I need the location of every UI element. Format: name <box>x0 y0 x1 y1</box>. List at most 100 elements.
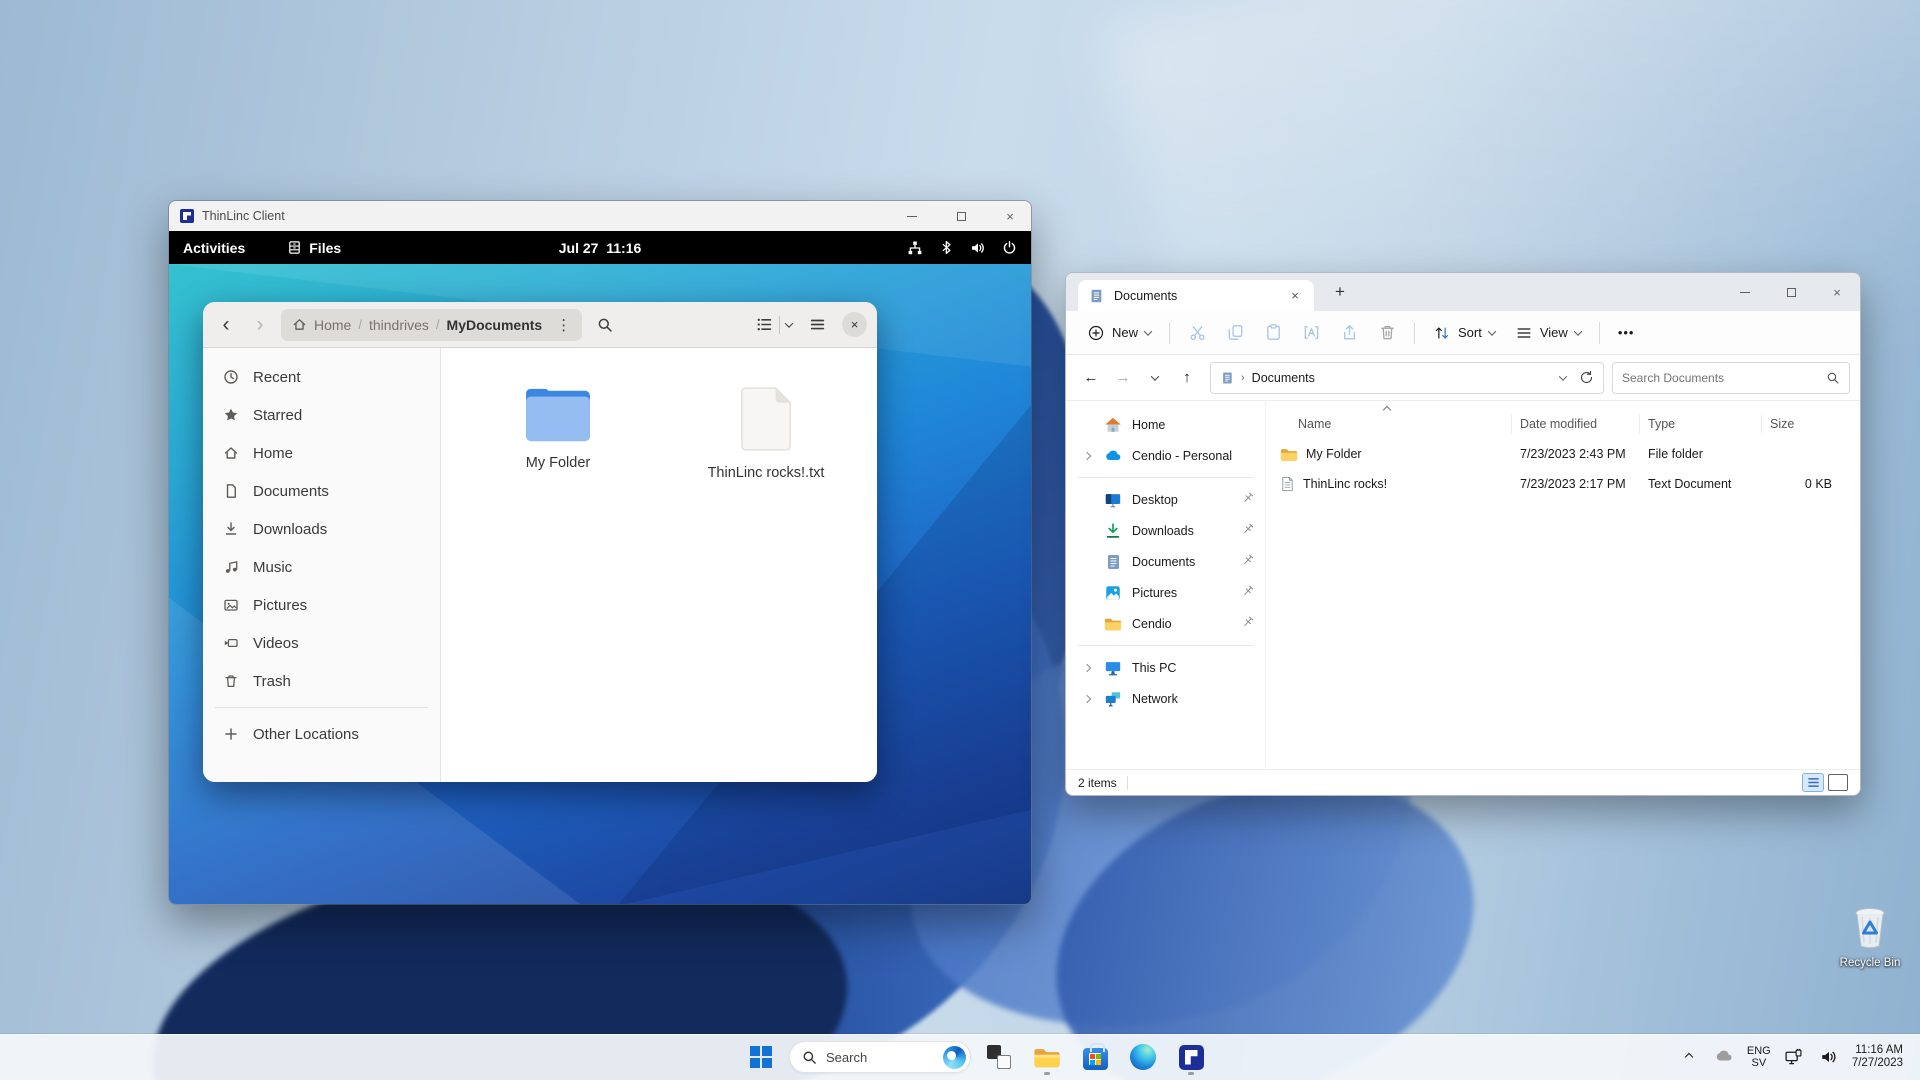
bing-copilot-icon[interactable] <box>943 1046 966 1069</box>
thinlinc-client-window: ThinLinc Client × Activities Files Jul 2… <box>168 200 1032 905</box>
search-button[interactable] <box>590 310 620 340</box>
large-icons-view-toggle[interactable] <box>1828 774 1848 791</box>
sidebar-item-other-locations[interactable]: Other Locations <box>211 715 432 753</box>
file-explorer-taskbar-button[interactable] <box>1027 1037 1067 1077</box>
more-options-button[interactable]: ••• <box>1609 317 1644 349</box>
sidebar-item-pictures[interactable]: Pictures <box>1066 577 1265 608</box>
search-input[interactable] <box>1622 371 1820 385</box>
sidebar-item-home[interactable]: Home <box>211 434 432 472</box>
explorer-sidebar: Home Cendio - Personal <box>1066 401 1266 769</box>
details-view-toggle[interactable] <box>1802 773 1824 792</box>
file-tile-my-folder[interactable]: My Folder <box>493 384 623 471</box>
volume-tray-button[interactable] <box>1814 1039 1844 1075</box>
column-name[interactable]: Name <box>1266 414 1512 434</box>
clock-tray[interactable]: 11:16 AM 7/27/2023 <box>1849 1039 1906 1075</box>
new-tab-button[interactable]: + <box>1328 282 1352 302</box>
breadcrumb-separator: / <box>436 317 440 332</box>
expander-icon[interactable] <box>1083 451 1091 459</box>
sidebar-item-cendio-folder[interactable]: Cendio <box>1066 608 1265 639</box>
gnome-app-menu-files[interactable]: Files <box>287 240 341 256</box>
recent-locations-button[interactable] <box>1140 363 1170 393</box>
sidebar-item-downloads[interactable]: Downloads <box>1066 515 1265 546</box>
sidebar-item-music[interactable]: Music <box>211 548 432 586</box>
recycle-bin-desktop-icon[interactable]: Recycle Bin <box>1834 904 1906 969</box>
gnome-activities-button[interactable]: Activities <box>183 240 245 256</box>
sidebar-item-this-pc[interactable]: This PC <box>1066 652 1265 683</box>
sidebar-item-desktop[interactable]: Desktop <box>1066 484 1265 515</box>
cut-button[interactable] <box>1179 317 1215 349</box>
sidebar-label: Documents <box>1132 555 1195 569</box>
sidebar-item-cendio-personal[interactable]: Cendio - Personal <box>1066 440 1265 471</box>
sidebar-item-videos[interactable]: Videos <box>211 624 432 662</box>
delete-button[interactable] <box>1369 317 1405 349</box>
search-box[interactable] <box>1612 362 1850 394</box>
tab-documents[interactable]: Documents × <box>1078 280 1314 311</box>
gnome-system-status-area[interactable] <box>907 240 1017 256</box>
taskbar-search[interactable]: Search <box>789 1041 971 1073</box>
sidebar-item-recent[interactable]: Recent <box>211 358 432 396</box>
sidebar-item-home[interactable]: Home <box>1066 409 1265 440</box>
gnome-clock[interactable]: Jul 27 11:16 <box>559 240 642 256</box>
paste-button[interactable] <box>1255 317 1291 349</box>
file-row-thinlinc-rocks[interactable]: ThinLinc rocks! 7/23/2023 2:17 PM Text D… <box>1266 469 1860 499</box>
breadcrumb-current[interactable]: MyDocuments <box>447 317 543 333</box>
maximize-button[interactable] <box>1768 273 1814 311</box>
share-button[interactable] <box>1331 317 1367 349</box>
path-bar[interactable]: Home / thindrives / MyDocuments ⋮ <box>281 309 582 341</box>
sidebar-item-pictures[interactable]: Pictures <box>211 586 432 624</box>
maximize-button[interactable] <box>940 201 982 231</box>
path-menu-kebab-icon[interactable]: ⋮ <box>549 316 578 334</box>
pin-icon <box>1241 522 1255 539</box>
forward-button[interactable]: → <box>1108 363 1138 393</box>
back-button[interactable]: ‹ <box>213 314 239 335</box>
download-icon <box>1104 522 1122 540</box>
address-bar[interactable]: › Documents <box>1210 362 1604 394</box>
back-button[interactable]: ← <box>1076 363 1106 393</box>
explorer-tab-bar: Documents × + × <box>1066 273 1860 311</box>
new-button[interactable]: New <box>1078 317 1160 349</box>
up-button[interactable]: ↑ <box>1172 363 1202 393</box>
file-row-my-folder[interactable]: My Folder 7/23/2023 2:43 PM File folder <box>1266 439 1860 469</box>
rename-button[interactable] <box>1293 317 1329 349</box>
sidebar-item-downloads[interactable]: Downloads <box>211 510 432 548</box>
item-count: 2 items <box>1078 776 1117 790</box>
sidebar-item-network[interactable]: Network <box>1066 683 1265 714</box>
copy-button[interactable] <box>1217 317 1253 349</box>
address-dropdown-icon[interactable] <box>1559 372 1567 380</box>
expander-icon[interactable] <box>1083 694 1091 702</box>
task-view-button[interactable] <box>979 1037 1019 1077</box>
minimize-button[interactable] <box>891 201 933 231</box>
start-button[interactable] <box>741 1037 781 1077</box>
minimize-button[interactable] <box>1722 273 1768 311</box>
close-button[interactable]: × <box>989 201 1031 231</box>
view-button[interactable]: View <box>1506 317 1590 349</box>
view-switcher[interactable] <box>756 316 792 334</box>
thinlinc-icon <box>1179 1045 1204 1070</box>
breadcrumb-home[interactable]: Home <box>314 317 351 333</box>
expander-icon[interactable] <box>1083 663 1091 671</box>
breadcrumb-thindrives[interactable]: thindrives <box>369 317 429 333</box>
sidebar-item-trash[interactable]: Trash <box>211 662 432 700</box>
sort-button[interactable]: Sort <box>1424 317 1504 349</box>
thinlinc-titlebar[interactable]: ThinLinc Client × <box>169 201 1031 231</box>
file-tile-thinlinc-rocks-txt[interactable]: ThinLinc rocks!.txt <box>701 384 831 481</box>
column-type[interactable]: Type <box>1640 414 1762 434</box>
sidebar-item-documents[interactable]: Documents <box>1066 546 1265 577</box>
column-size[interactable]: Size <box>1762 414 1860 434</box>
close-button[interactable]: × <box>842 312 867 337</box>
refresh-icon[interactable] <box>1579 370 1594 385</box>
thinlinc-taskbar-button[interactable] <box>1171 1037 1211 1077</box>
sidebar-item-documents[interactable]: Documents <box>211 472 432 510</box>
language-indicator[interactable]: ENG SV <box>1744 1039 1774 1075</box>
hamburger-menu-button[interactable] <box>802 310 832 340</box>
microsoft-store-taskbar-button[interactable] <box>1075 1037 1115 1077</box>
column-date-modified[interactable]: Date modified <box>1512 414 1640 434</box>
forward-button[interactable]: › <box>247 314 273 335</box>
onedrive-tray-button[interactable] <box>1709 1039 1739 1075</box>
network-tray-button[interactable] <box>1779 1039 1809 1075</box>
hidden-icons-button[interactable] <box>1674 1039 1704 1075</box>
sidebar-item-starred[interactable]: Starred <box>211 396 432 434</box>
edge-taskbar-button[interactable] <box>1123 1037 1163 1077</box>
close-button[interactable]: × <box>1814 273 1860 311</box>
tab-close-button[interactable]: × <box>1286 288 1304 303</box>
